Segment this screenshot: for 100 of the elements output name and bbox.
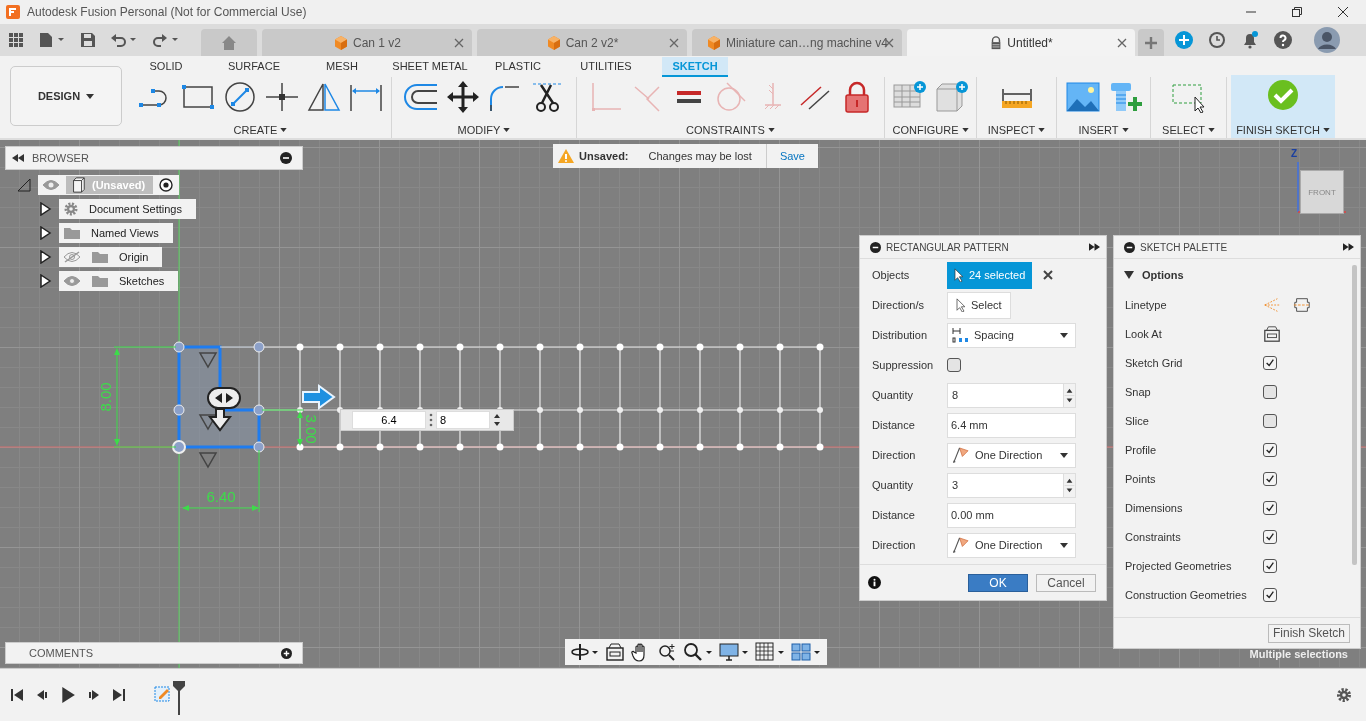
spinner-icon[interactable] <box>493 412 501 428</box>
expand-panel-icon[interactable] <box>1089 243 1100 251</box>
new-tab-button[interactable] <box>1138 29 1164 56</box>
cancel-button[interactable]: Cancel <box>1036 573 1096 592</box>
clear-icon[interactable] <box>1043 270 1054 280</box>
ribbon-tab[interactable]: SOLID <box>122 57 210 77</box>
viewports-icon[interactable] <box>791 642 821 662</box>
close-tab-icon[interactable] <box>669 38 679 48</box>
select-button[interactable]: Select <box>947 291 1011 319</box>
checkbox[interactable] <box>1263 500 1277 515</box>
tree-node[interactable]: Document Settings <box>59 199 196 219</box>
checkbox[interactable] <box>1263 355 1277 370</box>
extensions-icon[interactable] <box>1174 30 1194 50</box>
apps-grid-icon[interactable] <box>8 32 24 48</box>
skip-end-icon[interactable] <box>112 688 126 703</box>
redo-icon[interactable] <box>152 32 180 48</box>
radio-target-icon[interactable] <box>159 178 174 192</box>
sketch-canvas[interactable] <box>0 140 1366 669</box>
minimize-panel-icon[interactable] <box>1124 241 1135 253</box>
workspace-button[interactable]: DESIGN <box>10 66 122 126</box>
finish-sketch-button[interactable]: Finish Sketch <box>1267 623 1350 643</box>
document-tab[interactable]: Can 2 v2* <box>477 29 687 56</box>
text-input-field[interactable]: 0.00 mm <box>947 502 1076 528</box>
save-icon[interactable] <box>80 32 96 48</box>
zoom-fit-icon[interactable] <box>657 642 677 662</box>
ribbon-tab[interactable]: MESH <box>298 57 386 77</box>
distance-input-field[interactable]: 6.4 <box>352 411 426 429</box>
checkmark-icon[interactable] <box>1265 79 1301 111</box>
ribbon-tab[interactable]: UTILITIES <box>562 57 650 77</box>
minimize-panel-icon[interactable] <box>280 152 292 164</box>
section-header[interactable]: Options <box>1114 260 1184 290</box>
centerline-icon[interactable] <box>1293 295 1311 314</box>
selection-box-icon[interactable] <box>1170 81 1207 113</box>
ribbon-tab[interactable]: PLASTIC <box>474 57 562 77</box>
checkbox[interactable] <box>1263 529 1277 544</box>
close-tab-icon[interactable] <box>1117 38 1127 48</box>
zoom-icon[interactable] <box>683 642 713 662</box>
image-icon[interactable] <box>1064 81 1101 113</box>
collapse-panel-icon[interactable] <box>12 154 24 162</box>
checkbox[interactable] <box>1263 442 1277 457</box>
arrow-icon[interactable] <box>302 384 336 410</box>
group-menu-button[interactable]: SELECT <box>1160 124 1217 136</box>
skip-start-icon[interactable] <box>10 688 24 703</box>
look-at-icon[interactable] <box>605 642 625 662</box>
info-icon[interactable] <box>868 576 881 589</box>
group-menu-button[interactable]: MODIFY <box>455 124 513 136</box>
expand-toggle-icon[interactable] <box>38 250 52 264</box>
expand-panel-icon[interactable] <box>1343 243 1354 251</box>
orbit-icon[interactable] <box>571 642 599 662</box>
text-input-field[interactable]: 6.4 mm <box>947 412 1076 438</box>
ribbon-tab[interactable]: SURFACE <box>210 57 298 77</box>
step-back-icon[interactable] <box>35 688 49 703</box>
tree-node[interactable]: Named Views <box>59 223 173 243</box>
checkbox[interactable] <box>1263 587 1277 602</box>
expand-toggle-icon[interactable] <box>38 202 52 216</box>
checkbox[interactable] <box>1263 558 1277 573</box>
avatar-icon[interactable] <box>1314 27 1340 53</box>
checkbox[interactable] <box>947 358 961 372</box>
expand-toggle-icon[interactable] <box>17 178 31 192</box>
group-menu-button[interactable]: INSERT <box>1076 124 1131 136</box>
grid-icon[interactable] <box>755 642 785 662</box>
ribbon-tab[interactable]: SHEET METAL <box>386 57 474 77</box>
checkbox[interactable] <box>1263 413 1277 428</box>
number-input-field[interactable]: 3 <box>947 472 1076 498</box>
offset-tool-icon[interactable] <box>403 81 439 113</box>
look-at-icon[interactable] <box>1263 324 1281 343</box>
spinner-icon[interactable] <box>1063 383 1075 407</box>
quantity-input-field[interactable]: 8 <box>436 411 490 429</box>
eye-icon[interactable] <box>42 179 60 191</box>
display-icon[interactable] <box>719 642 749 662</box>
point-tool-icon[interactable] <box>263 81 300 113</box>
group-menu-button[interactable]: FINISH SKETCH <box>1234 124 1332 136</box>
timeline-marker-icon[interactable] <box>172 681 186 716</box>
file-menu-icon[interactable] <box>38 32 66 48</box>
spinner-icon[interactable] <box>1063 473 1075 497</box>
play-icon[interactable] <box>60 687 76 704</box>
clock-icon[interactable] <box>1207 30 1227 50</box>
close-tab-icon[interactable] <box>454 38 464 48</box>
document-tab[interactable]: Can 1 v2 <box>262 29 472 56</box>
tree-node[interactable]: Origin <box>59 247 163 267</box>
add-icon[interactable] <box>281 647 292 659</box>
move-tool-icon[interactable] <box>445 81 481 113</box>
number-input-field[interactable]: 8 <box>947 382 1076 408</box>
mirror-tool-icon[interactable] <box>305 81 342 113</box>
checkbox[interactable] <box>1263 471 1277 486</box>
group-menu-button[interactable]: CREATE <box>231 124 290 136</box>
group-menu-button[interactable]: CONFIGURE <box>890 124 971 136</box>
group-menu-button[interactable]: INSPECT <box>985 124 1048 136</box>
settings-icon[interactable] <box>1336 687 1352 704</box>
scrollbar[interactable] <box>1352 265 1357 565</box>
undo-icon[interactable] <box>110 32 138 48</box>
dropdown[interactable]: Spacing <box>947 322 1076 348</box>
dropdown[interactable]: One Direction <box>947 442 1076 468</box>
document-tab[interactable]: Untitled* <box>907 29 1135 56</box>
step-forward-icon[interactable] <box>87 688 101 703</box>
drag-manipulator-icon[interactable] <box>207 387 241 432</box>
eye-icon[interactable] <box>63 275 81 287</box>
group-menu-button[interactable]: CONSTRAINTS <box>684 124 777 136</box>
help-icon[interactable] <box>1273 30 1293 50</box>
expand-toggle-icon[interactable] <box>38 226 52 240</box>
